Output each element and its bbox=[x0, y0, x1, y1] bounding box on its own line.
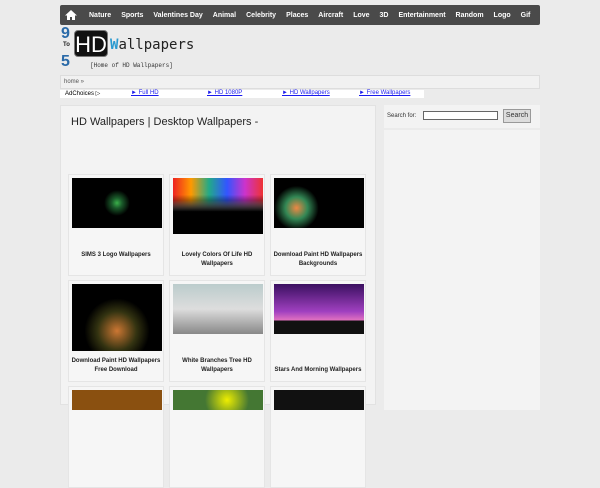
adchoices-label[interactable]: AdChoices ▷ bbox=[65, 90, 100, 97]
wallpaper-thumbnail[interactable] bbox=[274, 390, 364, 410]
home-icon[interactable] bbox=[64, 9, 78, 21]
nav-item[interactable]: Love bbox=[353, 12, 369, 19]
nav-item[interactable]: Valentines Day bbox=[153, 12, 202, 19]
ad-link[interactable]: ► HD Wallpapers bbox=[282, 90, 330, 96]
nav-item[interactable]: Sports bbox=[121, 12, 143, 19]
wallpaper-card[interactable] bbox=[68, 386, 164, 488]
logo-digit: 5 bbox=[61, 53, 70, 70]
logo-hd: HD bbox=[74, 30, 108, 57]
wallpaper-thumbnail[interactable] bbox=[72, 178, 162, 228]
search-button[interactable]: Search bbox=[503, 109, 531, 123]
nav-item[interactable]: Nature bbox=[89, 12, 111, 19]
thumbnail-shade bbox=[173, 178, 263, 234]
wallpaper-card[interactable]: SIMS 3 Logo Wallpapers bbox=[68, 174, 164, 276]
wallpaper-title[interactable]: Stars And Morning Wallpapers bbox=[273, 366, 363, 375]
wallpaper-card[interactable]: Download Paint HD Wallpapers Backgrounds bbox=[270, 174, 366, 276]
sidebar-panel bbox=[384, 130, 540, 410]
logo-rest: allpapers bbox=[118, 37, 195, 53]
wallpaper-thumbnail[interactable] bbox=[72, 284, 162, 351]
wallpaper-title[interactable]: SIMS 3 Logo Wallpapers bbox=[71, 251, 161, 260]
wallpaper-title[interactable]: Download Paint HD Wallpapers Backgrounds bbox=[273, 251, 363, 269]
ad-links-bar: AdChoices ▷ ► Full HD ► HD 1080P ► HD Wa… bbox=[60, 90, 424, 98]
wallpaper-card[interactable]: Download Paint HD Wallpapers Free Downlo… bbox=[68, 280, 164, 382]
logo-wallpapers: Wallpapers bbox=[110, 37, 194, 53]
nav-item[interactable]: Places bbox=[286, 12, 308, 19]
site-logo[interactable]: 9 To 5 HD Wallpapers [Home of HD Wallpap… bbox=[60, 25, 194, 73]
nav-item[interactable]: 3D bbox=[380, 12, 389, 19]
ad-link[interactable]: ► Full HD bbox=[131, 90, 159, 96]
search-input[interactable] bbox=[423, 111, 498, 120]
ad-link[interactable]: ► Free Wallpapers bbox=[359, 90, 410, 96]
nav-item[interactable]: Entertainment bbox=[398, 12, 445, 19]
wallpaper-card[interactable]: Stars And Morning Wallpapers bbox=[270, 280, 366, 382]
nav-item[interactable]: Celebrity bbox=[246, 12, 276, 19]
nav-item[interactable]: Random bbox=[456, 12, 484, 19]
wallpaper-thumbnail[interactable] bbox=[72, 390, 162, 410]
wallpaper-title[interactable]: Download Paint HD Wallpapers Free Downlo… bbox=[71, 357, 161, 375]
wallpaper-thumbnail[interactable] bbox=[274, 284, 364, 334]
logo-tagline: [Home of HD Wallpapers] bbox=[90, 62, 173, 69]
logo-digit: 9 bbox=[61, 25, 70, 42]
wallpaper-title[interactable]: White Branches Tree HD Wallpapers bbox=[172, 357, 262, 375]
logo-to: To bbox=[63, 42, 70, 48]
nav-item[interactable]: Logo bbox=[494, 12, 511, 19]
search-widget: Search for: Search bbox=[384, 105, 540, 128]
nav-item[interactable]: Aircraft bbox=[318, 12, 343, 19]
nav-item[interactable]: Gif bbox=[521, 12, 531, 19]
wallpaper-thumbnail[interactable] bbox=[274, 178, 364, 228]
nav-item[interactable]: Animal bbox=[213, 12, 236, 19]
wallpaper-thumbnail[interactable] bbox=[173, 284, 263, 334]
wallpaper-card[interactable] bbox=[169, 386, 265, 488]
search-label: Search for: bbox=[387, 113, 417, 119]
wallpaper-thumbnail[interactable] bbox=[173, 390, 263, 410]
ad-link[interactable]: ► HD 1080P bbox=[207, 90, 242, 96]
wallpaper-card[interactable]: White Branches Tree HD Wallpapers bbox=[169, 280, 265, 382]
breadcrumb[interactable]: home » bbox=[60, 75, 540, 89]
wallpaper-card[interactable] bbox=[270, 386, 366, 488]
top-nav: Nature Sports Valentines Day Animal Cele… bbox=[60, 5, 540, 25]
page-title: HD Wallpapers | Desktop Wallpapers - bbox=[71, 116, 259, 128]
wallpaper-card[interactable]: Lovely Colors Of Life HD Wallpapers bbox=[169, 174, 265, 276]
wallpaper-title[interactable]: Lovely Colors Of Life HD Wallpapers bbox=[172, 251, 262, 269]
main-content: HD Wallpapers | Desktop Wallpapers - SIM… bbox=[60, 105, 376, 488]
